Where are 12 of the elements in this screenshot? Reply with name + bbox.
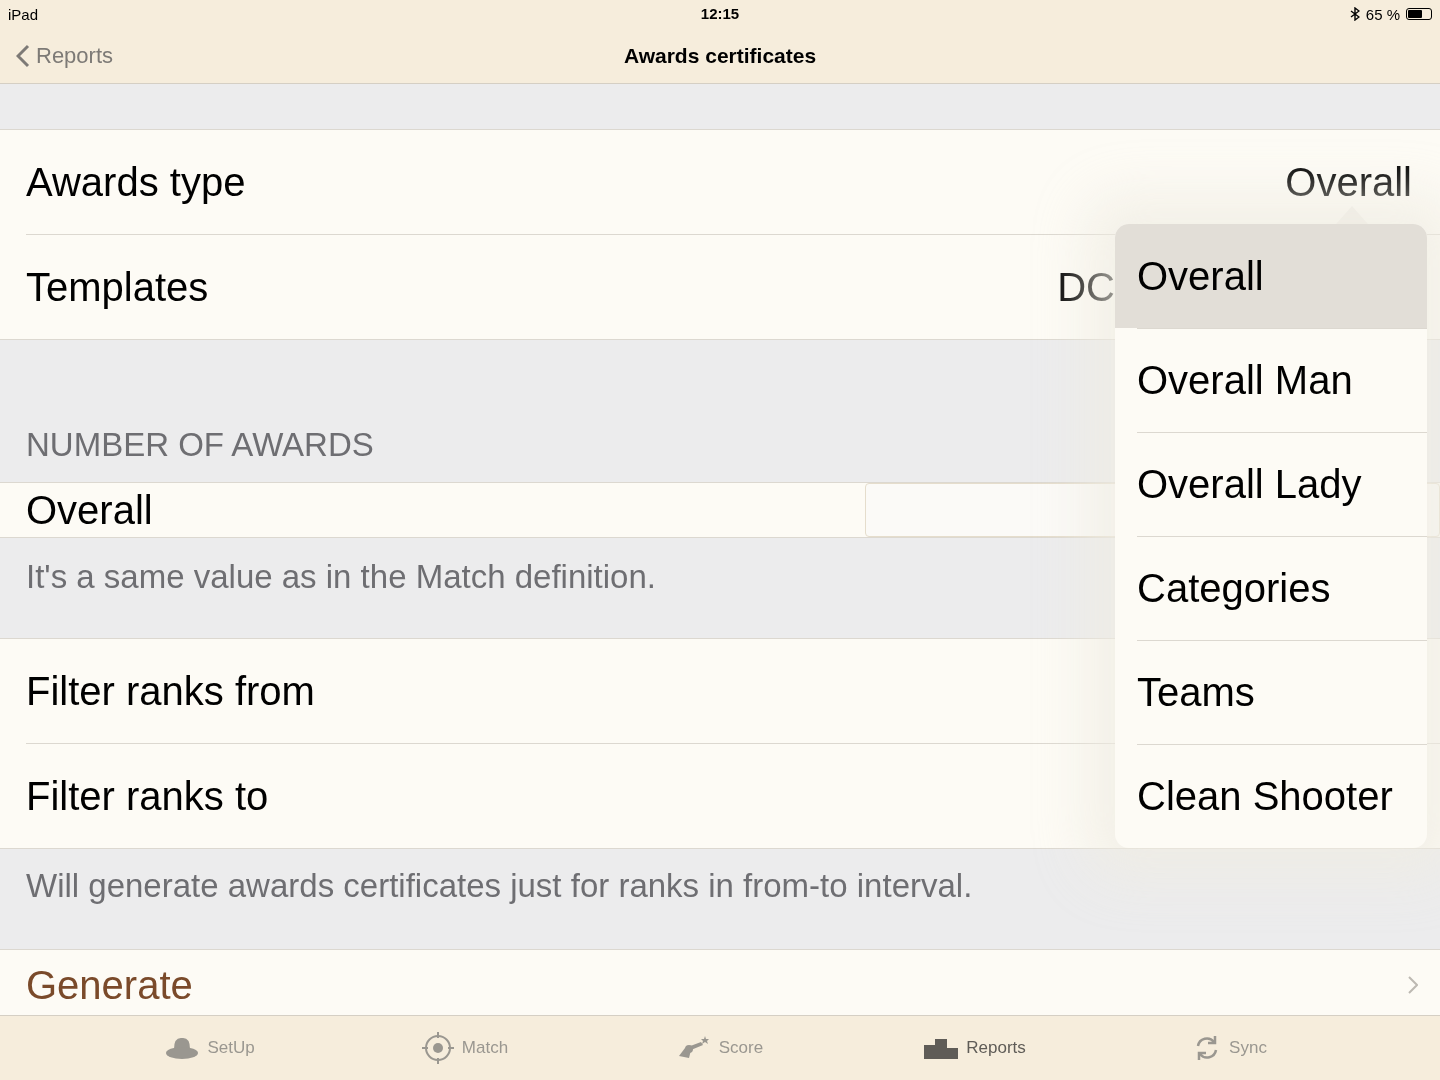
row-label: Filter ranks from (26, 668, 315, 714)
row-label: Templates (26, 264, 209, 310)
screen-title: Awards certificates (623, 43, 817, 67)
battery-percent: 65 % (1365, 5, 1400, 23)
section-footer: It's a same value as in the Match definition. (26, 558, 656, 595)
clock-time: 12:15 (700, 5, 740, 22)
device-name: iPad (8, 5, 39, 23)
row-label: Awards type (26, 159, 246, 205)
section-footer: Will generate awards certificates just for ranks in from-to interval. (26, 867, 973, 904)
row-label: Overall (26, 487, 153, 533)
section-header: NUMBER OF AWARDS (26, 426, 374, 464)
row-label: Filter ranks to (26, 773, 269, 819)
